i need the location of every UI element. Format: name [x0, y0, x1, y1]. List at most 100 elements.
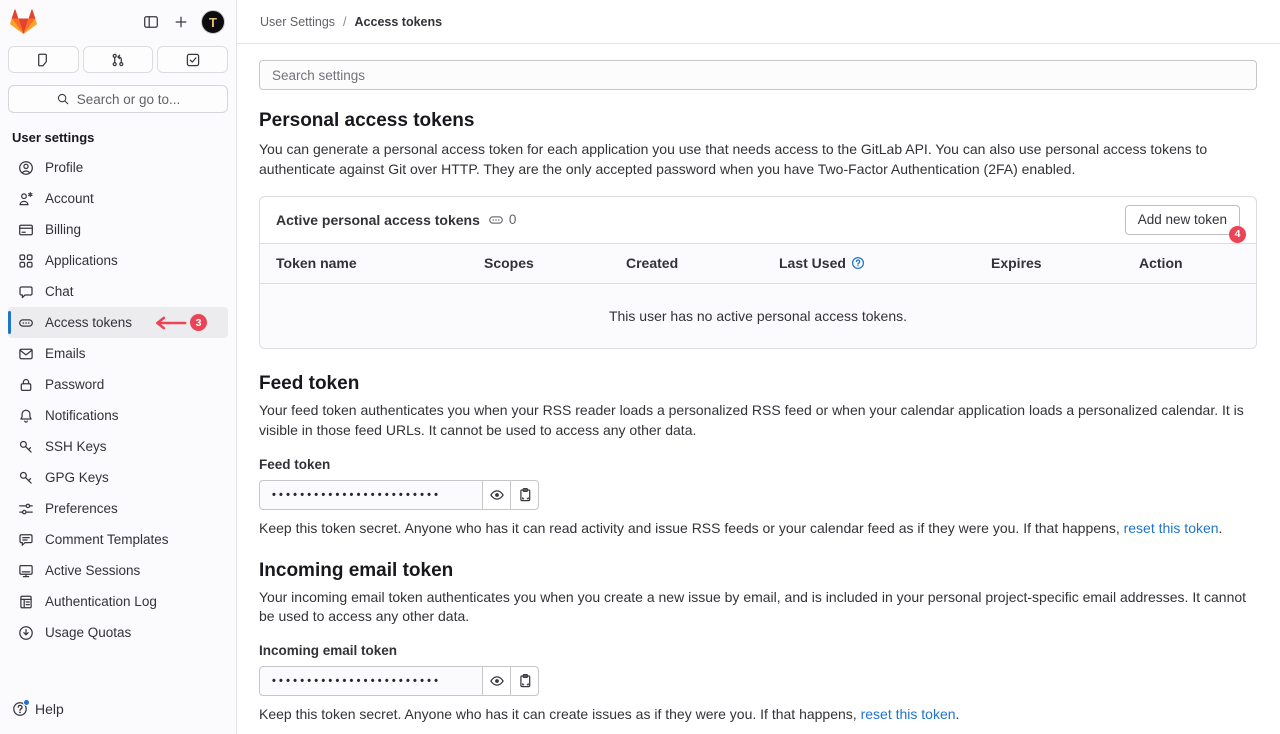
- issues-icon: [35, 52, 51, 68]
- sidebar-item-label: GPG Keys: [45, 470, 109, 485]
- email-icon: [18, 346, 34, 362]
- token-count-value: 0: [509, 212, 517, 227]
- token-table-header: Token nameScopesCreatedLast UsedExpiresA…: [260, 243, 1256, 284]
- annotation-arrow: 3: [150, 314, 207, 331]
- feed-token-field[interactable]: ••••••••••••••••••••••••: [259, 480, 483, 510]
- merge-requests-button[interactable]: [83, 46, 154, 73]
- sidebar-section-title: User settings: [0, 113, 236, 152]
- issues-button[interactable]: [8, 46, 79, 73]
- incoming-email-token-note-suffix: .: [956, 706, 960, 722]
- column-header-action: Action: [1139, 255, 1256, 271]
- pat-card-header: Active personal access tokens 0 Add new …: [260, 197, 1256, 243]
- create-new-button[interactable]: [171, 12, 191, 32]
- sidebar-item-password[interactable]: Password: [8, 369, 228, 400]
- settings-content: Personal access tokens You can generate …: [237, 44, 1280, 734]
- copy-feed-token-button[interactable]: [510, 480, 539, 510]
- sidebar-item-usage-quotas[interactable]: Usage Quotas: [8, 617, 228, 648]
- help-notification-dot: [23, 699, 30, 706]
- column-header-token-name: Token name: [276, 255, 484, 271]
- sidebar-item-label: SSH Keys: [45, 439, 107, 454]
- sidebar-item-account[interactable]: Account: [8, 183, 228, 214]
- breadcrumb-separator: /: [343, 15, 346, 29]
- sidebar-toggle-button[interactable]: [141, 12, 161, 32]
- sidebar-item-ssh-keys[interactable]: SSH Keys: [8, 431, 228, 462]
- token-table-empty-row: This user has no active personal access …: [260, 284, 1256, 348]
- sidebar-item-applications[interactable]: Applications: [8, 245, 228, 276]
- sidebar-item-gpg-keys[interactable]: GPG Keys: [8, 462, 228, 493]
- reveal-feed-token-button[interactable]: [482, 480, 511, 510]
- app-root: T Search or go to... User settings Profi…: [0, 0, 1280, 734]
- sidebar-item-emails[interactable]: Emails: [8, 338, 228, 369]
- copy-incoming-email-token-button[interactable]: [510, 666, 539, 696]
- feed-token-title: Feed token: [259, 373, 1257, 395]
- merge-request-icon: [110, 52, 126, 68]
- reveal-incoming-email-token-button[interactable]: [482, 666, 511, 696]
- feed-token-note-text: Keep this token secret. Anyone who has i…: [259, 520, 1124, 536]
- feed-token-group: ••••••••••••••••••••••••: [259, 480, 1257, 510]
- sidebar-item-authentication-log[interactable]: Authentication Log: [8, 586, 228, 617]
- add-new-token-button[interactable]: Add new token 4: [1125, 205, 1240, 235]
- shortcut-bar: [0, 44, 236, 73]
- sidebar-item-label: Usage Quotas: [45, 625, 131, 640]
- add-new-token-label: Add new token: [1138, 212, 1227, 227]
- sidebar-toggle-icon: [143, 14, 159, 30]
- incoming-email-token-field[interactable]: ••••••••••••••••••••••••: [259, 666, 483, 696]
- feed-token-masked-value: ••••••••••••••••••••••••: [272, 489, 441, 501]
- sidebar-nav: Profile Account Billing Applications Chat Acc…: [0, 152, 236, 687]
- applications-icon: [18, 253, 34, 269]
- comment-lines-icon: [18, 532, 34, 548]
- sidebar-item-notifications[interactable]: Notifications: [8, 400, 228, 431]
- help-button[interactable]: Help: [0, 687, 236, 734]
- sidebar-item-label: Preferences: [45, 501, 118, 516]
- sidebar-item-billing[interactable]: Billing: [8, 214, 228, 245]
- help-icon: [12, 701, 28, 717]
- profile-icon: [18, 160, 34, 176]
- to-do-list-button[interactable]: [157, 46, 228, 73]
- search-settings-input[interactable]: [259, 60, 1257, 90]
- main-area: User Settings / Access tokens Personal a…: [237, 0, 1280, 734]
- sidebar-item-label: Profile: [45, 160, 83, 175]
- sidebar-item-label: Applications: [45, 253, 118, 268]
- lock-icon: [18, 377, 34, 393]
- quota-icon: [18, 625, 34, 641]
- sidebar-item-label: Billing: [45, 222, 81, 237]
- help-label: Help: [35, 701, 64, 717]
- help-question-icon[interactable]: [851, 256, 865, 270]
- gitlab-logo-icon[interactable]: [10, 9, 37, 35]
- account-icon: [18, 191, 34, 207]
- sidebar-item-active-sessions[interactable]: Active Sessions: [8, 555, 228, 586]
- sidebar-item-label: Active Sessions: [45, 563, 140, 578]
- search-or-go-to[interactable]: Search or go to...: [8, 85, 228, 113]
- plus-icon: [173, 14, 189, 30]
- sidebar-item-comment-templates[interactable]: Comment Templates: [8, 524, 228, 555]
- sidebar-item-preferences[interactable]: Preferences: [8, 493, 228, 524]
- sidebar-header-actions: T: [141, 10, 225, 34]
- column-header-created: Created: [626, 255, 779, 271]
- reset-incoming-email-token-link[interactable]: reset this token: [861, 706, 956, 722]
- sidebar-item-label: Emails: [45, 346, 86, 361]
- log-icon: [18, 594, 34, 610]
- sliders-icon: [18, 501, 34, 517]
- column-header-scopes: Scopes: [484, 255, 626, 271]
- sidebar-item-chat[interactable]: Chat: [8, 276, 228, 307]
- reset-feed-token-link[interactable]: reset this token: [1124, 520, 1219, 536]
- eye-icon: [489, 673, 505, 689]
- sidebar-item-profile[interactable]: Profile: [8, 152, 228, 183]
- sidebar: T Search or go to... User settings Profi…: [0, 0, 237, 734]
- chat-icon: [18, 284, 34, 300]
- avatar[interactable]: T: [201, 10, 225, 34]
- incoming-email-token-note-text: Keep this token secret. Anyone who has i…: [259, 706, 861, 722]
- sidebar-item-label: Chat: [45, 284, 74, 299]
- breadcrumb-parent[interactable]: User Settings: [260, 15, 335, 29]
- incoming-email-token-note: Keep this token secret. Anyone who has i…: [259, 706, 1257, 722]
- incoming-email-token-description: Your incoming email token authenticates …: [259, 588, 1257, 628]
- feed-token-description: Your feed token authenticates you when y…: [259, 401, 1257, 441]
- search-or-go-to-label: Search or go to...: [77, 92, 181, 107]
- key-icon: [18, 439, 34, 455]
- feed-token-note-suffix: .: [1219, 520, 1223, 536]
- sidebar-item-access-tokens[interactable]: Access tokens3: [8, 307, 228, 338]
- monitor-icon: [18, 563, 34, 579]
- bell-icon: [18, 408, 34, 424]
- annotation-badge-4: 4: [1229, 226, 1246, 243]
- sidebar-item-label: Account: [45, 191, 94, 206]
